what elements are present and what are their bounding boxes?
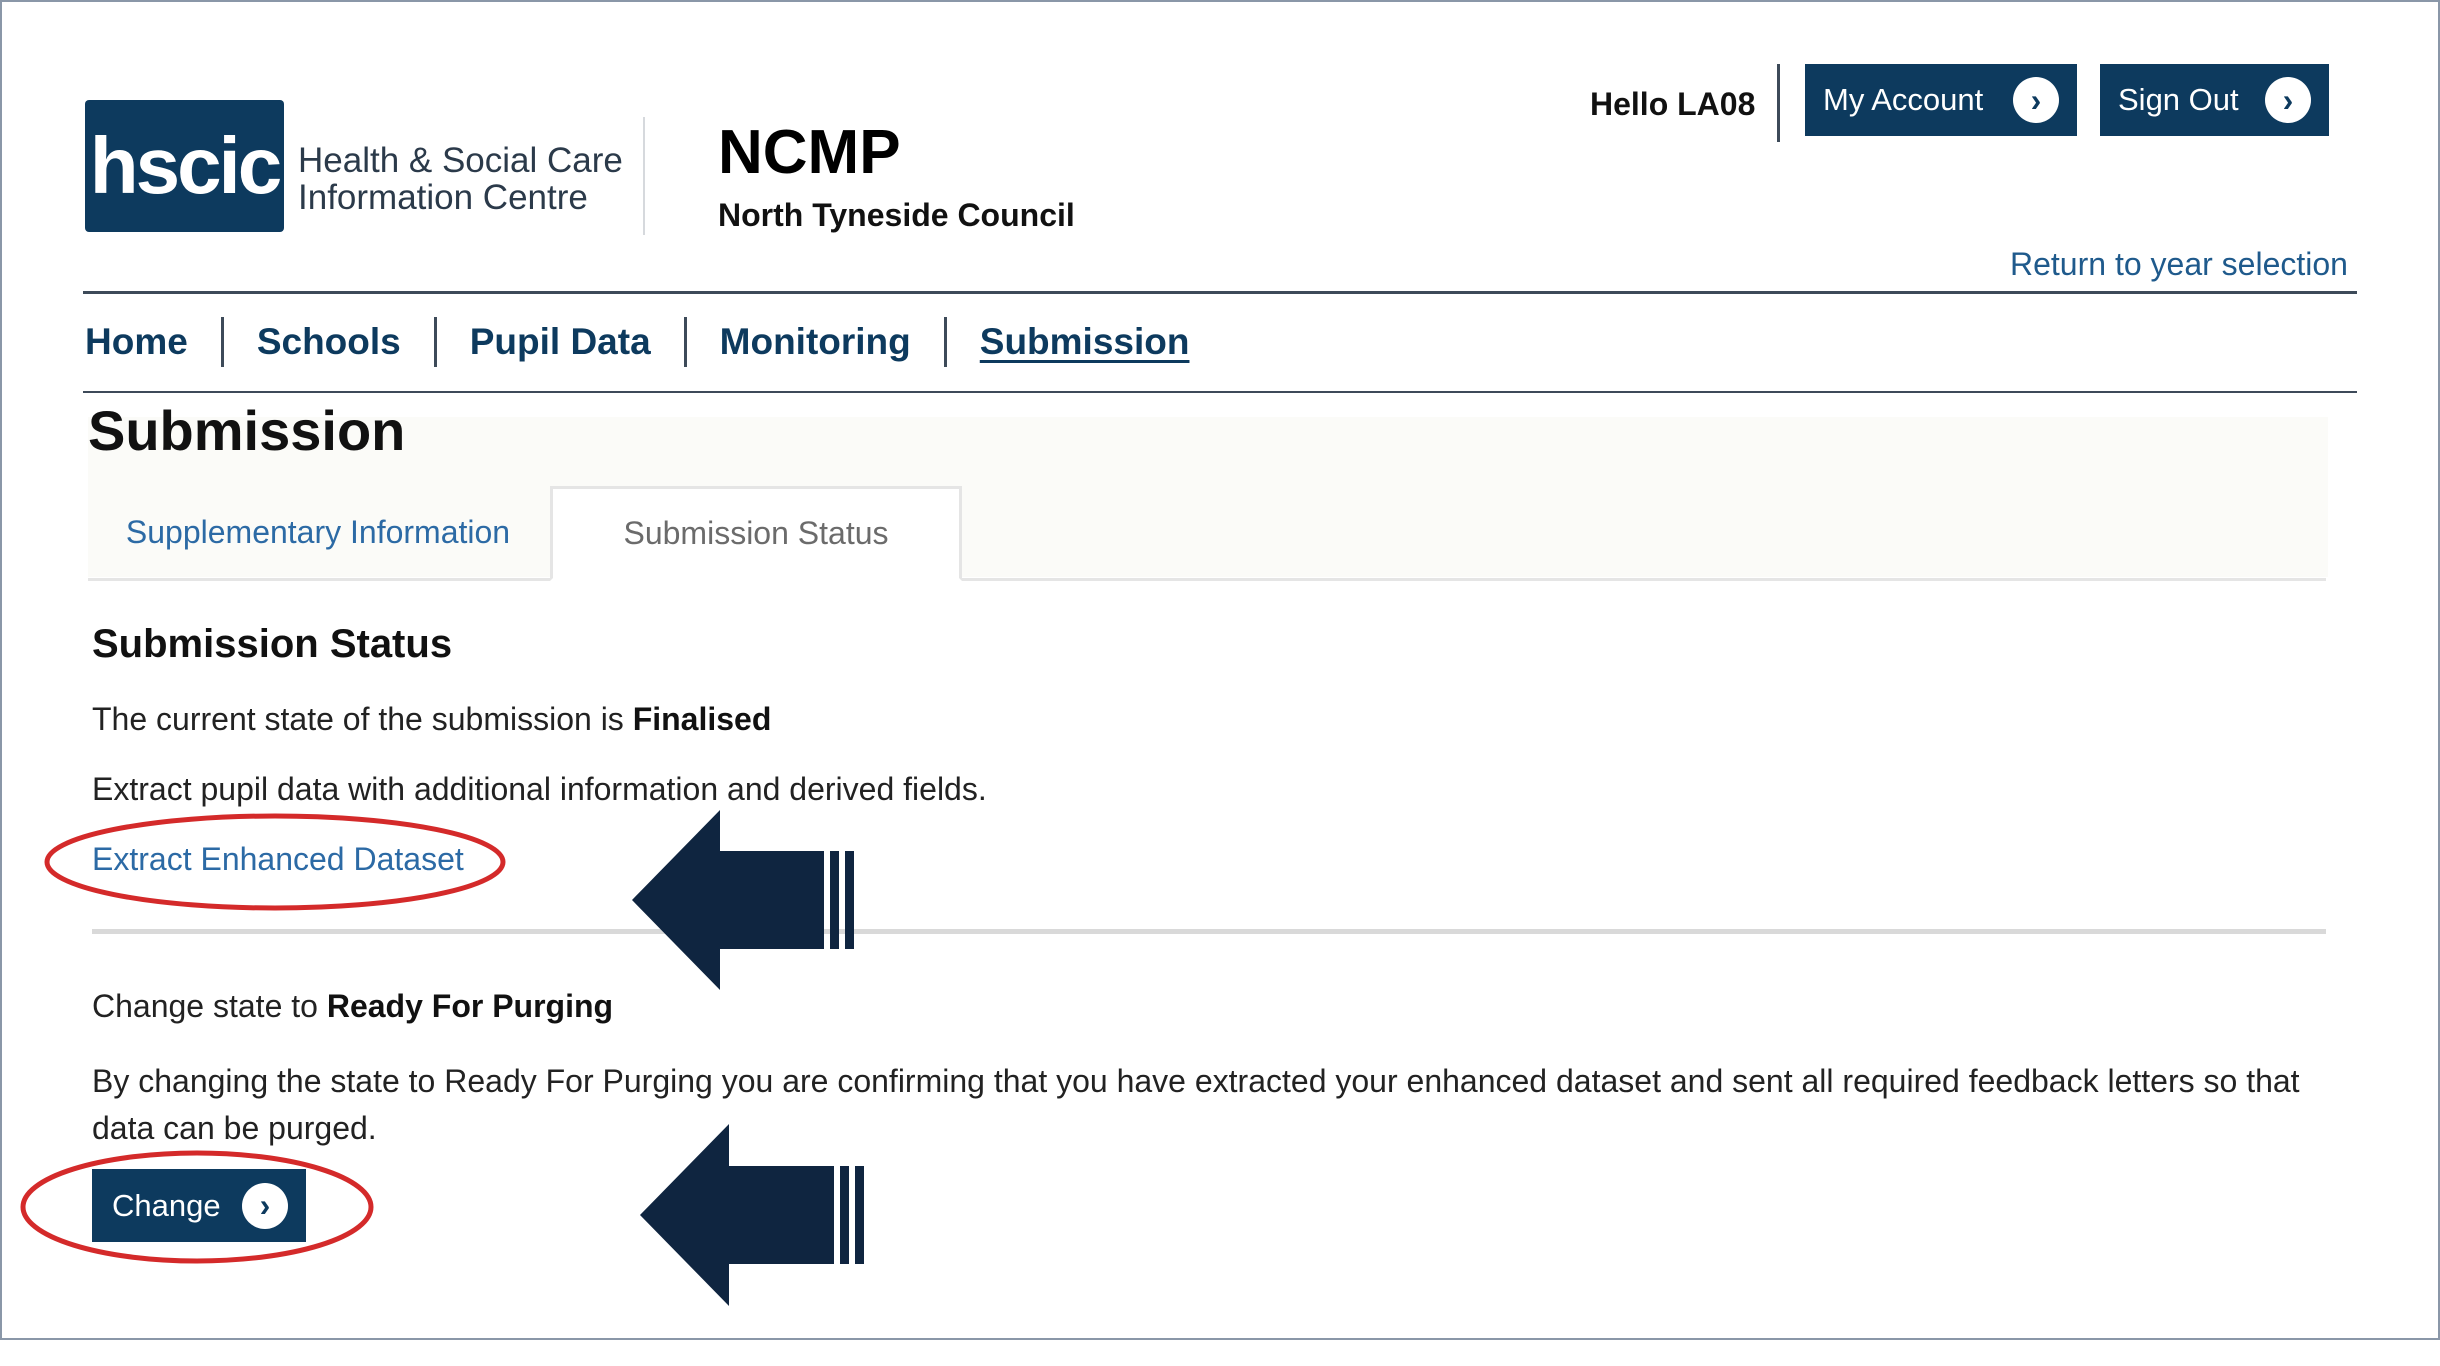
extract-description: Extract pupil data with additional infor… bbox=[92, 771, 987, 807]
current-state-prefix: The current state of the submission is bbox=[92, 701, 633, 737]
section-divider bbox=[92, 929, 2326, 934]
council-name: North Tyneside Council bbox=[718, 197, 1075, 233]
tab-submission-status[interactable]: Submission Status bbox=[550, 486, 962, 581]
section-title: Submission Status bbox=[92, 622, 453, 666]
my-account-label: My Account bbox=[1823, 82, 1984, 117]
chevron-right-circle-icon: › bbox=[242, 1182, 288, 1229]
purge-description: By changing the state to Ready For Purgi… bbox=[92, 1063, 2300, 1146]
sign-out-label: Sign Out bbox=[2118, 82, 2239, 117]
tab-strip: Supplementary Information Submission Sta… bbox=[88, 486, 2326, 581]
nav-bottom-rule bbox=[83, 391, 2357, 393]
nav-top-rule bbox=[83, 291, 2357, 294]
hscic-logo[interactable]: hscic bbox=[85, 100, 284, 232]
greeting-divider bbox=[1777, 64, 1780, 142]
chevron-right-circle-icon: › bbox=[2013, 77, 2059, 123]
extract-enhanced-dataset-link[interactable]: Extract Enhanced Dataset bbox=[92, 841, 464, 878]
change-state-prefix: Change state to bbox=[92, 988, 327, 1024]
current-state-text: The current state of the submission is F… bbox=[92, 701, 771, 738]
nav-item-home[interactable]: Home bbox=[85, 317, 221, 367]
screenshot-frame: hscic Health & Social Care Information C… bbox=[0, 0, 2440, 1340]
change-button[interactable]: Change › bbox=[92, 1169, 306, 1242]
left-arrow-icon bbox=[632, 810, 854, 990]
tab-supplementary-information[interactable]: Supplementary Information bbox=[88, 486, 548, 578]
change-button-label: Change bbox=[112, 1187, 221, 1223]
organisation-name-line1: Health & Social Care bbox=[298, 141, 623, 180]
nav-item-pupil-data[interactable]: Pupil Data bbox=[437, 317, 684, 367]
current-state-value: Finalised bbox=[632, 701, 772, 737]
organisation-name: Health & Social Care Information Centre bbox=[298, 142, 623, 216]
return-to-year-selection-link[interactable]: Return to year selection bbox=[2010, 246, 2348, 283]
main-nav: Home Schools Pupil Data Monitoring Submi… bbox=[85, 312, 1222, 372]
organisation-name-line2: Information Centre bbox=[298, 178, 588, 217]
nav-item-schools[interactable]: Schools bbox=[224, 317, 434, 367]
chevron-right-circle-icon: › bbox=[2265, 77, 2311, 123]
logo-divider bbox=[643, 117, 645, 235]
change-state-target: Ready For Purging bbox=[326, 988, 614, 1024]
change-state-text: Change state to Ready For Purging bbox=[92, 988, 613, 1025]
logo-text: hscic bbox=[89, 121, 283, 210]
user-greeting: Hello LA08 bbox=[1590, 86, 1756, 122]
nav-item-monitoring[interactable]: Monitoring bbox=[687, 317, 944, 367]
sign-out-button[interactable]: Sign Out › bbox=[2100, 64, 2329, 136]
nav-item-submission[interactable]: Submission bbox=[947, 317, 1223, 367]
app-title: NCMP bbox=[718, 118, 901, 187]
my-account-button[interactable]: My Account › bbox=[1805, 64, 2077, 136]
page-title: Submission bbox=[88, 399, 406, 462]
